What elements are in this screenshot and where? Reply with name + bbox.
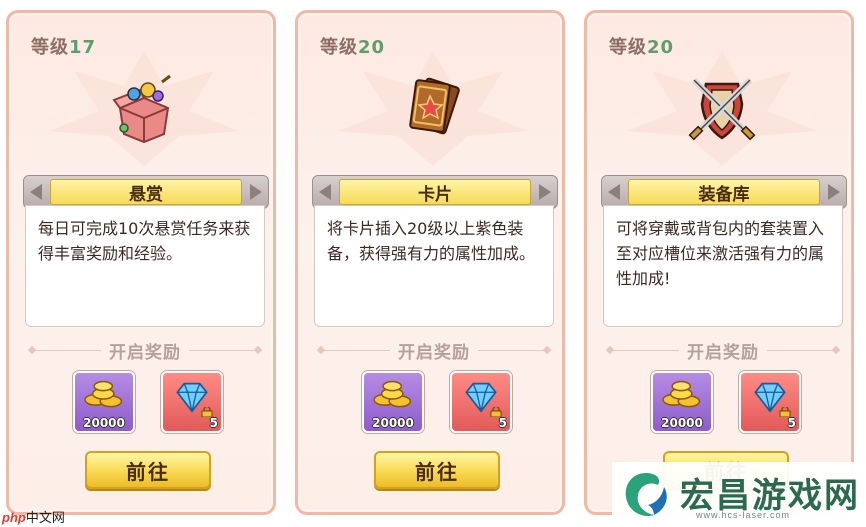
card-title: 悬赏 [50, 179, 242, 205]
reward-qty: 20000 [372, 416, 414, 430]
banner-right-cap [250, 184, 262, 200]
gold-coins-icon [373, 380, 412, 408]
feature-card-cards: 等级20 卡片 将卡片插入20级以上紫色装备，获得强有力的属性加成。 开启奖励 … [295, 10, 565, 515]
reward-diamond[interactable]: 5 [739, 371, 801, 433]
site-logo-icon [625, 473, 667, 517]
reward-qty: 20000 [83, 416, 125, 430]
banner-right-cap [539, 184, 551, 200]
reward-qty: 5 [787, 416, 796, 430]
level-label: 等级17 [31, 37, 97, 58]
banner-right-cap [828, 184, 840, 200]
reward-header: 开启奖励 [607, 339, 839, 363]
level-label: 等级20 [609, 37, 675, 58]
gold-coins-icon [662, 380, 701, 408]
reward-gold[interactable]: 20000 [651, 371, 713, 433]
bounty-chest-icon [104, 68, 184, 148]
go-button[interactable]: 前往 [374, 451, 500, 489]
site-watermark: 宏昌游戏网 www.hcs-laser.com [612, 462, 866, 527]
reward-header-label: 开启奖励 [687, 342, 759, 363]
site-url: www.hcs-laser.com [696, 510, 791, 520]
feature-card-bounty: 等级17 悬赏 每日可完成10次悬赏任务来获得丰富奖励和经验。 开启奖励 200… [6, 10, 276, 515]
title-banner: 悬赏 [23, 175, 269, 209]
title-banner: 装备库 [601, 175, 847, 209]
level-label: 等级20 [320, 37, 386, 58]
reward-header-label: 开启奖励 [109, 342, 181, 363]
banner-left-cap [30, 184, 42, 200]
reward-qty: 5 [209, 416, 218, 430]
gold-coins-icon [84, 380, 123, 408]
reward-qty: 5 [498, 416, 507, 430]
card-description: 可将穿戴或背包内的套装置入至对应槽位来激活强有力的属性加成! [603, 205, 843, 327]
title-banner: 卡片 [312, 175, 558, 209]
php-watermark: php中文网 [2, 510, 65, 525]
reward-gold[interactable]: 20000 [73, 371, 135, 433]
banner-left-cap [608, 184, 620, 200]
reward-qty: 20000 [661, 416, 703, 430]
reward-gold[interactable]: 20000 [362, 371, 424, 433]
card-description: 每日可完成10次悬赏任务来获得丰富奖励和经验。 [25, 205, 265, 327]
card-title: 卡片 [339, 179, 531, 205]
go-button[interactable]: 前往 [85, 451, 211, 489]
reward-header: 开启奖励 [29, 339, 261, 363]
reward-diamond[interactable]: 5 [450, 371, 512, 433]
card-deck-icon [393, 68, 473, 148]
reward-header: 开启奖励 [318, 339, 550, 363]
banner-left-cap [319, 184, 331, 200]
feature-card-equipment-vault: 等级20 装备库 可将穿戴或背包内的套装置入至对应槽位来激活强有力的属性加成! … [584, 10, 854, 515]
card-title: 装备库 [628, 179, 820, 205]
reward-header-label: 开启奖励 [398, 342, 470, 363]
crossed-swords-shield-icon [682, 68, 762, 148]
card-description: 将卡片插入20级以上紫色装备，获得强有力的属性加成。 [314, 205, 554, 327]
reward-diamond[interactable]: 5 [161, 371, 223, 433]
